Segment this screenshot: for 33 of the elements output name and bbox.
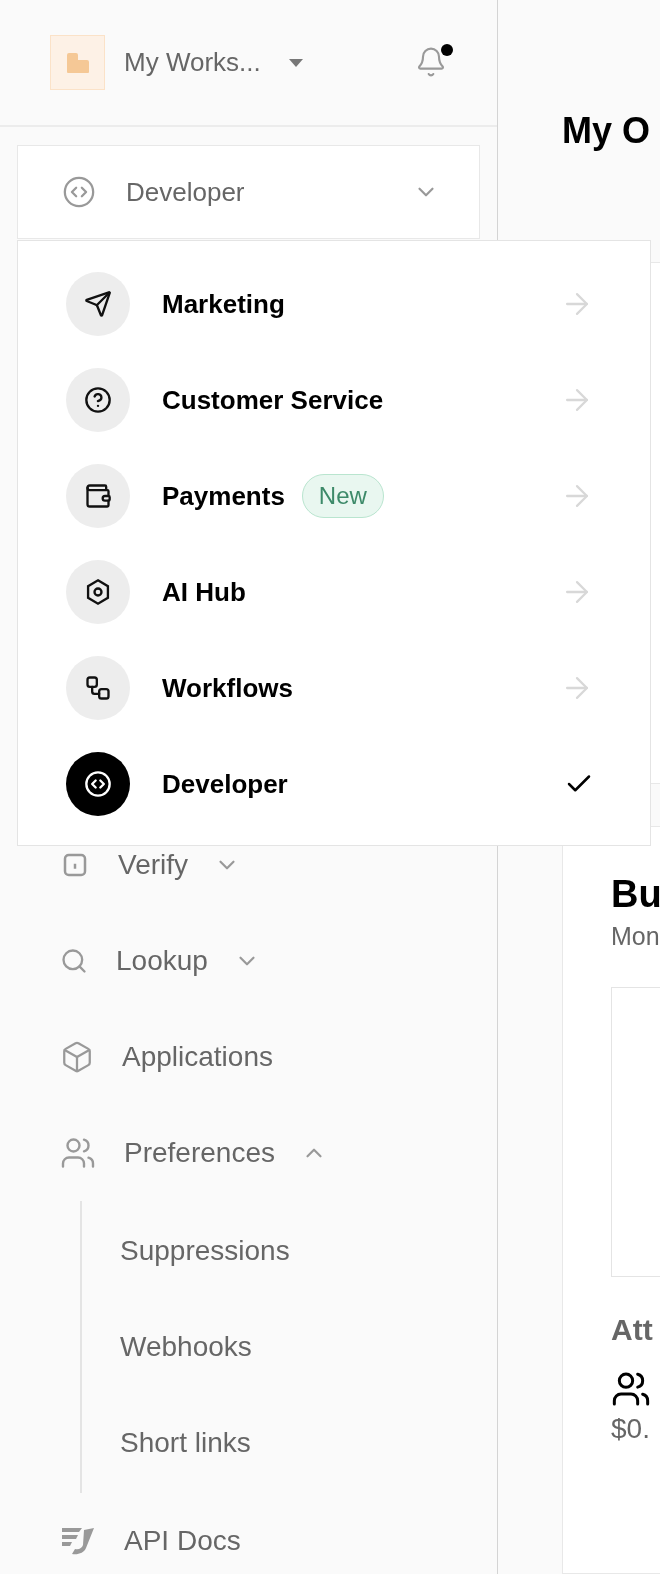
nav-item[interactable]: Lookup [0, 913, 497, 1009]
nav-item[interactable]: Applications [0, 1009, 497, 1105]
help-icon [84, 386, 112, 414]
new-badge: New [301, 474, 384, 518]
menu-item[interactable]: Marketing [18, 256, 650, 352]
docs-icon [60, 1526, 96, 1556]
search-icon [60, 947, 88, 975]
code-icon [62, 175, 96, 209]
send-icon [84, 290, 112, 318]
subsection-title: Att [611, 1313, 654, 1347]
nav-subitem[interactable]: Suppressions [82, 1203, 497, 1299]
nav-subitem[interactable]: Webhooks [82, 1299, 497, 1395]
cube-icon [60, 1040, 94, 1074]
amount-value: $0. [611, 1413, 651, 1445]
section-title: Bu [611, 873, 660, 916]
bell-icon [415, 45, 447, 78]
hexagon-icon [84, 578, 112, 606]
menu-item[interactable]: Workflows [18, 640, 650, 736]
product-select[interactable]: Developer [17, 145, 480, 239]
menu-item[interactable]: Payments New [18, 448, 650, 544]
menu-item[interactable]: AI Hub [18, 544, 650, 640]
users-icon [60, 1135, 96, 1171]
nav-item[interactable]: Preferences [0, 1105, 497, 1201]
nav-subitem[interactable]: Short links [82, 1395, 497, 1491]
menu-item[interactable]: Customer Service [18, 352, 650, 448]
nav-item[interactable]: API Docs [0, 1493, 497, 1574]
caret-icon[interactable] [288, 57, 303, 68]
code-icon [84, 770, 112, 798]
wallet-icon [84, 482, 112, 510]
page-title: My O [562, 110, 651, 152]
workspace-name[interactable]: My Works... [124, 47, 261, 78]
workflow-icon [84, 674, 112, 702]
section-subtitle: Mon [611, 922, 660, 951]
